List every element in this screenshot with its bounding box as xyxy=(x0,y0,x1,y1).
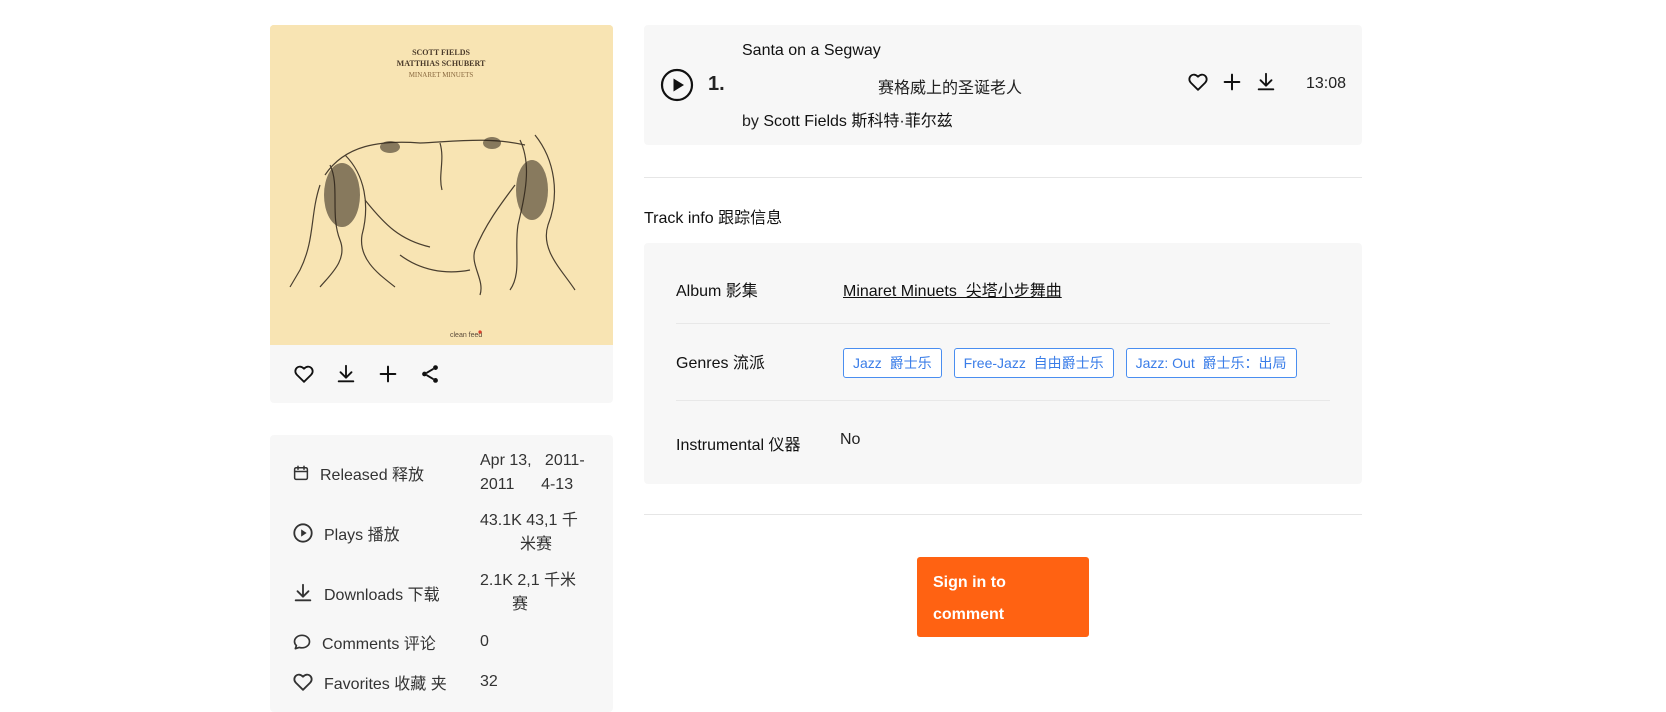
heart-icon xyxy=(1188,73,1208,91)
stat-plays-value: 43.1K 43,1 千 米赛 xyxy=(480,509,578,557)
genre-tag-jazz[interactable]: Jazz 爵士乐 xyxy=(843,348,942,378)
album-label: Album 影集 xyxy=(676,283,758,300)
stat-downloads-label-group: Downloads 下载 xyxy=(292,581,440,605)
stat-comments-label-group: Comments 评论 xyxy=(292,630,436,654)
stat-downloads-value-line1: 2.1K 2,1 千米 xyxy=(480,572,577,589)
play-circle-icon xyxy=(293,523,313,543)
sign-in-label: Sign in to comment xyxy=(933,574,1006,623)
cover-album-title: MINARET MINUETS xyxy=(409,71,474,79)
cover-illustration: SCOTT FIELDS MATTHIAS SCHUBERT MINARET M… xyxy=(270,25,613,345)
genre-tag-jazz-out[interactable]: Jazz: Out 爵士乐：出局 xyxy=(1125,348,1297,378)
stat-comments-label: Comments 评论 xyxy=(322,636,436,653)
share-icon xyxy=(422,365,438,383)
track-artist-link[interactable]: Scott Fields 斯科特·菲尔兹 xyxy=(763,113,952,130)
sign-in-label-translated: 登录以发表评论 xyxy=(933,638,1046,655)
download-icon xyxy=(294,583,312,602)
cover-artist-1: SCOTT FIELDS xyxy=(412,48,470,57)
stat-plays-value-line1: 43.1K 43,1 千 xyxy=(480,512,578,529)
cover-artist-2: MATTHIAS SCHUBERT xyxy=(397,59,486,68)
genres-label: Genres 流派 xyxy=(676,355,765,372)
heart-icon xyxy=(293,673,313,691)
stat-plays-label-group: Plays 播放 xyxy=(292,521,400,545)
download-icon xyxy=(1257,72,1275,91)
sign-in-to-comment-button[interactable]: Sign in to comment 登录以发表评论 xyxy=(917,557,1089,655)
comment-icon xyxy=(293,634,311,650)
track-subtitle: 赛格威上的圣诞老人 xyxy=(877,80,1022,97)
heart-icon xyxy=(294,365,314,383)
track-download-button[interactable] xyxy=(1252,68,1280,96)
track-artist-line: by Scott Fields 斯科特·菲尔兹 xyxy=(742,107,953,131)
stat-released-label-group: Released 释放 xyxy=(292,461,424,485)
instrumental-label: Instrumental 仪器 xyxy=(676,437,801,454)
plus-icon xyxy=(1223,73,1241,91)
stat-released-value-line1: Apr 13, 2011- xyxy=(480,452,585,469)
track-favorite-button[interactable] xyxy=(1184,68,1212,96)
info-separator xyxy=(676,400,1330,401)
track-add-button[interactable] xyxy=(1218,68,1246,96)
download-button[interactable] xyxy=(332,360,360,388)
stat-downloads-value-line2: 赛 xyxy=(512,596,529,613)
stat-plays-value-line2: 米赛 xyxy=(520,536,553,553)
play-button[interactable] xyxy=(660,68,694,102)
instrumental-value: No xyxy=(840,431,861,448)
stat-plays-label: Plays 播放 xyxy=(324,527,400,544)
add-to-playlist-button[interactable] xyxy=(374,360,402,388)
track-title[interactable]: Santa on a Segway xyxy=(742,42,881,60)
section-divider xyxy=(644,177,1362,178)
stat-favorites-label: Favorites 收藏 夹 xyxy=(324,676,447,693)
track-artist-prefix: by xyxy=(742,113,764,130)
stat-favorites-value-line1: 32 xyxy=(480,673,498,690)
album-cover-card: SCOTT FIELDS MATTHIAS SCHUBERT MINARET M… xyxy=(270,25,613,403)
calendar-icon xyxy=(293,465,309,481)
share-button[interactable] xyxy=(416,360,444,388)
stat-comments-value: 0 xyxy=(480,630,489,654)
album-cover-art[interactable]: SCOTT FIELDS MATTHIAS SCHUBERT MINARET M… xyxy=(270,25,613,345)
track-actions xyxy=(1184,68,1280,96)
stat-released-label: Released 释放 xyxy=(320,467,425,484)
download-icon xyxy=(337,364,355,383)
section-divider xyxy=(644,514,1362,515)
stat-downloads-value: 2.1K 2,1 千米 赛 xyxy=(480,569,576,617)
plus-icon xyxy=(379,365,397,383)
genre-tags: Jazz 爵士乐 Free-Jazz 自由爵士乐 Jazz: Out 爵士乐：出… xyxy=(843,348,1297,378)
track-info-heading: Track info 跟踪信息 xyxy=(644,210,783,227)
stat-favorites-value: 32 xyxy=(480,670,498,694)
stat-favorites-label-group: Favorites 收藏 夹 xyxy=(292,670,447,694)
track-duration: 13:08 xyxy=(1306,75,1347,92)
album-link[interactable]: Minaret Minuets 尖塔小步舞曲 xyxy=(843,277,1062,301)
stat-comments-value-line1: 0 xyxy=(480,633,489,650)
stat-released-value: Apr 13, 2011- 2011 4-13 xyxy=(480,449,585,497)
genre-tag-free-jazz[interactable]: Free-Jazz 自由爵士乐 xyxy=(953,348,1114,378)
track-number: 1. xyxy=(708,73,725,95)
cover-label-mark: clean feed xyxy=(450,332,482,339)
track-info-card: Album 影集 Minaret Minuets 尖塔小步舞曲 Genres 流… xyxy=(644,243,1362,484)
stat-downloads-label: Downloads 下载 xyxy=(324,587,440,604)
track-stats-card: Released 释放 Apr 13, 2011- 2011 4-13 Play… xyxy=(270,435,613,712)
cover-actions-toolbar xyxy=(270,345,613,403)
info-separator xyxy=(676,323,1330,324)
stat-released-value-line2: 2011 4-13 xyxy=(480,476,574,493)
favorite-button[interactable] xyxy=(290,360,318,388)
track-row-card: 1. Santa on a Segway 赛格威上的圣诞老人 by Scott … xyxy=(644,25,1362,145)
play-circle-icon xyxy=(660,68,694,102)
